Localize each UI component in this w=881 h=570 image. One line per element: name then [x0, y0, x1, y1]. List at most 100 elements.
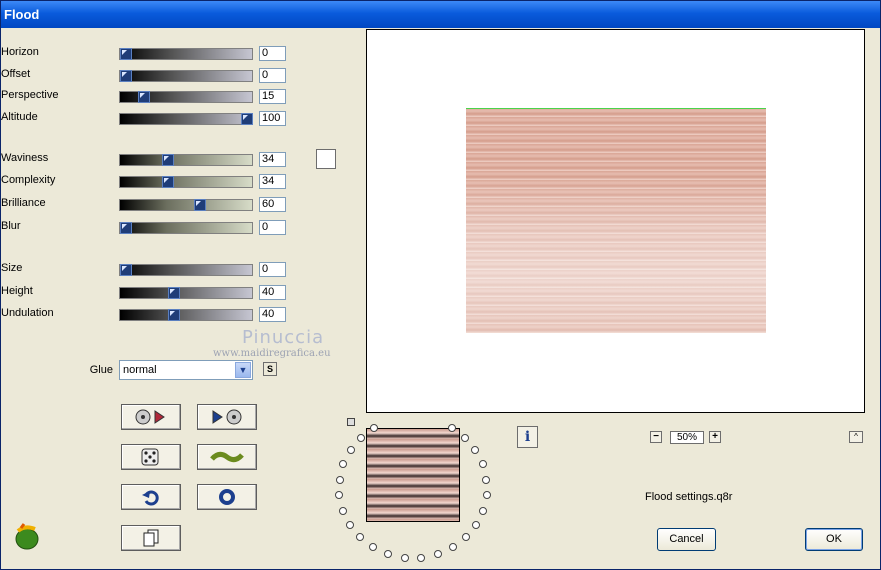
app-logo — [13, 523, 41, 551]
brilliance-value[interactable]: 60 — [259, 197, 286, 212]
dial-dot[interactable] — [346, 446, 355, 455]
height-slider-thumb[interactable] — [168, 287, 180, 299]
brilliance-slider-thumb[interactable] — [194, 199, 206, 211]
cancel-button[interactable]: Cancel — [657, 528, 716, 551]
glue-select[interactable]: normal ▼ — [119, 360, 253, 380]
dial-dot[interactable] — [482, 491, 491, 500]
color-swatch[interactable] — [316, 149, 336, 169]
chevron-down-icon[interactable]: ▼ — [235, 362, 251, 378]
disc-arrow-right-icon — [135, 409, 165, 425]
zoom-in-button[interactable]: + — [709, 431, 721, 443]
dial-dot[interactable] — [471, 446, 480, 455]
altitude-label-box: Altitude — [1, 111, 113, 127]
horizon-slider[interactable] — [119, 48, 253, 60]
altitude-label: Altitude — [1, 111, 38, 123]
dial-dot[interactable] — [478, 506, 487, 515]
altitude-slider[interactable] — [119, 113, 253, 125]
altitude-value[interactable]: 100 — [259, 111, 286, 126]
flood-preview-image — [466, 108, 766, 333]
preview-panel[interactable] — [366, 29, 865, 413]
navigator-handle[interactable] — [347, 418, 355, 426]
dial-dot[interactable] — [417, 553, 426, 562]
dial-dot[interactable] — [433, 550, 442, 559]
undulation-label: Undulation — [1, 307, 54, 319]
height-value[interactable]: 40 — [259, 285, 286, 300]
blur-value[interactable]: 0 — [259, 220, 286, 235]
dial-dot[interactable] — [346, 520, 355, 529]
size-label: Size — [1, 262, 23, 274]
randomize-button[interactable] — [121, 444, 181, 470]
offset-slider[interactable] — [119, 70, 253, 82]
glue-s-button[interactable]: S — [263, 362, 277, 376]
size-slider-thumb[interactable] — [120, 264, 132, 276]
size-slider[interactable] — [119, 264, 253, 276]
brilliance-slider[interactable] — [119, 199, 253, 211]
dial-dot[interactable] — [335, 491, 344, 500]
perspective-label-box: Perspective — [1, 89, 113, 105]
size-value[interactable]: 0 — [259, 262, 286, 277]
dial-dot[interactable] — [339, 506, 348, 515]
zoom-out-button[interactable]: − — [650, 431, 662, 443]
complexity-slider-thumb[interactable] — [162, 176, 174, 188]
offset-label-box: Offset — [1, 68, 113, 84]
dial-dot[interactable] — [335, 475, 344, 484]
flood-dialog: Flood Horizon 0 Offset 0 Perspective 15 … — [0, 0, 881, 570]
dial-dot[interactable] — [384, 550, 393, 559]
complexity-slider[interactable] — [119, 176, 253, 188]
reset-button[interactable] — [197, 484, 257, 510]
wave-button[interactable] — [197, 444, 257, 470]
arrow-disc-icon — [212, 409, 242, 425]
undulation-slider[interactable] — [119, 309, 253, 321]
height-slider[interactable] — [119, 287, 253, 299]
waviness-slider[interactable] — [119, 154, 253, 166]
dial-dot[interactable] — [460, 434, 469, 442]
copy-button[interactable] — [121, 525, 181, 551]
brilliance-label-box: Brilliance — [1, 197, 113, 213]
dial-dot[interactable] — [447, 424, 456, 433]
offset-value[interactable]: 0 — [259, 68, 286, 83]
size-label-box: Size — [1, 262, 113, 278]
dial-dot[interactable] — [357, 434, 366, 442]
window-title: Flood — [4, 7, 40, 22]
dial-dot[interactable] — [339, 460, 348, 469]
save-preset-button[interactable] — [197, 404, 257, 430]
horizon-label-box: Horizon — [1, 46, 113, 62]
dice-icon — [141, 448, 159, 466]
copy-icon — [143, 529, 159, 547]
dial-dot[interactable] — [482, 475, 491, 484]
info-button[interactable]: i — [517, 426, 538, 448]
dial-dot[interactable] — [478, 460, 487, 469]
dial-dot[interactable] — [369, 543, 378, 552]
logo-icon — [15, 523, 39, 550]
blur-slider[interactable] — [119, 222, 253, 234]
dial-dot[interactable] — [461, 533, 470, 542]
horizon-value[interactable]: 0 — [259, 46, 286, 61]
perspective-value[interactable]: 15 — [259, 89, 286, 104]
offset-slider-thumb[interactable] — [120, 70, 132, 82]
glue-label: Glue — [89, 364, 113, 376]
brilliance-label: Brilliance — [1, 197, 46, 209]
dial-dot[interactable] — [471, 520, 480, 529]
dial-dot[interactable] — [356, 533, 365, 542]
horizon-slider-thumb[interactable] — [120, 48, 132, 60]
dial-dot[interactable] — [400, 553, 409, 562]
navigator-thumbnail[interactable] — [366, 428, 460, 522]
undulation-slider-thumb[interactable] — [168, 309, 180, 321]
blur-label: Blur — [1, 220, 21, 232]
load-preset-button[interactable] — [121, 404, 181, 430]
undo-button[interactable] — [121, 484, 181, 510]
complexity-value[interactable]: 34 — [259, 174, 286, 189]
collapse-icon[interactable]: ^ — [849, 431, 863, 443]
perspective-slider[interactable] — [119, 91, 253, 103]
ok-button[interactable]: OK — [805, 528, 863, 551]
blur-slider-thumb[interactable] — [120, 222, 132, 234]
waviness-slider-thumb[interactable] — [162, 154, 174, 166]
dial-dot[interactable] — [448, 543, 457, 552]
undo-icon — [142, 490, 159, 506]
undulation-value[interactable]: 40 — [259, 307, 286, 322]
waviness-value[interactable]: 34 — [259, 152, 286, 167]
waviness-label: Waviness — [1, 152, 49, 164]
altitude-slider-thumb[interactable] — [241, 113, 253, 125]
perspective-slider-thumb[interactable] — [138, 91, 150, 103]
ring-icon — [219, 489, 235, 505]
